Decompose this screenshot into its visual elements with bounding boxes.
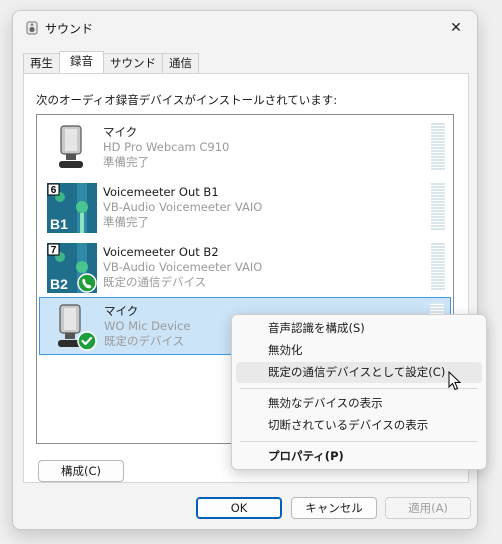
device-name: マイク (103, 125, 138, 139)
window-title: サウンド (45, 22, 94, 36)
device-status: 既定のデバイス (104, 334, 185, 348)
close-button[interactable]: ✕ (445, 17, 467, 39)
context-menu: 音声認識を構成(S) 無効化 既定の通信デバイスとして設定(C) 無効なデバイス… (231, 314, 487, 470)
menu-item-show-disabled[interactable]: 無効なデバイスの表示 (236, 393, 482, 414)
voicemeeter-number: 6 (51, 185, 57, 196)
menu-item-set-default-communication[interactable]: 既定の通信デバイスとして設定(C) (236, 362, 482, 383)
device-status: 準備完了 (103, 215, 149, 229)
device-name: Voicemeeter Out B1 (103, 185, 219, 199)
cancel-button[interactable]: キャンセル (291, 497, 377, 519)
voicemeeter-icon: 7 B2 (47, 243, 97, 293)
voicemeeter-bus: B2 (50, 276, 68, 292)
voicemeeter-icon: 6 B1 (47, 183, 97, 233)
configure-button[interactable]: 構成(C) (38, 460, 124, 482)
menu-item-show-disconnected[interactable]: 切断されているデバイスの表示 (236, 415, 482, 436)
device-status: 準備完了 (103, 155, 149, 169)
list-item[interactable]: マイク HD Pro Webcam C910 準備完了 (39, 119, 451, 177)
device-text: Voicemeeter Out B2 VB-Audio Voicemeeter … (103, 245, 262, 290)
device-status: 既定の通信デバイス (103, 275, 207, 289)
menu-item-configure-speech[interactable]: 音声認識を構成(S) (236, 318, 482, 339)
tab-playback[interactable]: 再生 (23, 53, 60, 73)
device-driver: HD Pro Webcam C910 (103, 140, 230, 154)
microphone-icon (59, 125, 83, 168)
device-driver: VB-Audio Voicemeeter VAIO (103, 260, 263, 274)
panel-description: 次のオーディオ録音デバイスがインストールされています: (36, 93, 338, 107)
ok-button[interactable]: OK (196, 497, 282, 519)
level-meter (431, 243, 445, 291)
device-driver: WO Mic Device (104, 319, 191, 333)
device-driver: VB-Audio Voicemeeter VAIO (103, 200, 263, 214)
tab-recording[interactable]: 録音 (59, 51, 104, 73)
menu-item-disable[interactable]: 無効化 (236, 340, 482, 361)
close-icon: ✕ (450, 20, 462, 36)
microphone-icon (58, 304, 97, 351)
device-name: マイク (104, 304, 139, 318)
menu-item-properties[interactable]: プロパティ(P) (236, 446, 482, 467)
level-meter (431, 183, 445, 231)
tab-communications[interactable]: 通信 (162, 53, 199, 73)
mouse-cursor-icon (448, 371, 462, 391)
title-bar: サウンド ✕ (13, 11, 477, 45)
list-item[interactable]: 6 B1 Voicemeeter Out B1 VB-Audio Voiceme… (39, 179, 451, 237)
tab-strip: 再生 録音 サウンド 通信 (23, 51, 199, 73)
menu-separator (240, 441, 478, 442)
voicemeeter-bus: B1 (50, 216, 68, 232)
tab-sounds[interactable]: サウンド (103, 53, 163, 73)
device-text: マイク HD Pro Webcam C910 準備完了 (103, 125, 229, 170)
apply-button[interactable]: 適用(A) (385, 497, 471, 519)
device-text: Voicemeeter Out B1 VB-Audio Voicemeeter … (103, 185, 262, 230)
speaker-icon (26, 21, 38, 35)
voicemeeter-number: 7 (51, 245, 57, 256)
device-text: マイク WO Mic Device 既定のデバイス (104, 304, 191, 349)
list-item[interactable]: 7 B2 Voicemeeter Out B2 VB-Audio Voiceme… (39, 239, 451, 297)
menu-separator (240, 388, 478, 389)
device-name: Voicemeeter Out B2 (103, 245, 219, 259)
level-meter (431, 123, 445, 171)
